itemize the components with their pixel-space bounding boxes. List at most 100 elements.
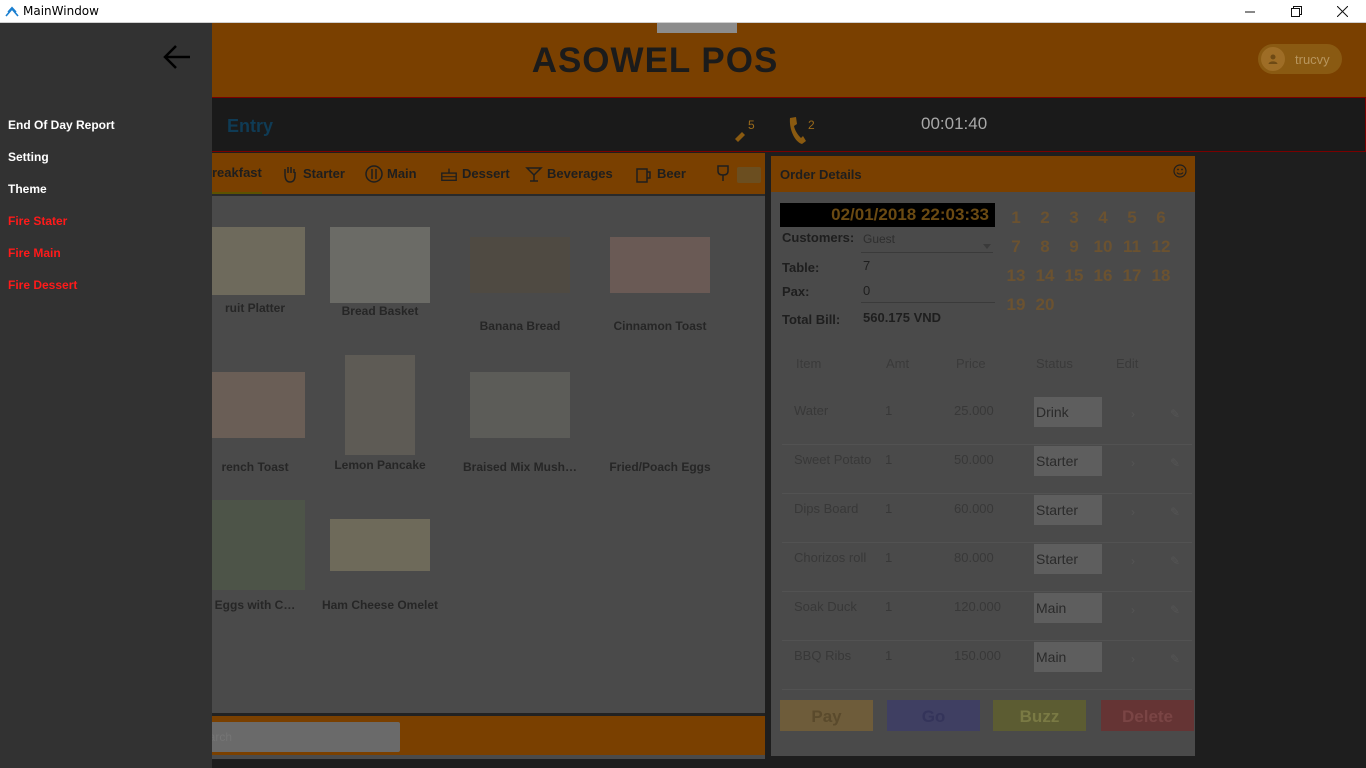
drawer-item-fire-dessert[interactable]: Fire Dessert: [8, 278, 77, 292]
chevron-right-icon[interactable]: ›: [1131, 652, 1135, 666]
chevron-right-icon[interactable]: ›: [1131, 407, 1135, 421]
chevron-right-icon[interactable]: ›: [1131, 456, 1135, 470]
table-number-button[interactable]: 3: [1061, 208, 1087, 228]
buzz-button[interactable]: Buzz: [993, 700, 1086, 731]
pay-button[interactable]: Pay: [780, 700, 873, 731]
tab-main[interactable]: Main: [365, 153, 417, 194]
total-value: 560.175 VND: [863, 310, 942, 325]
edit-icon[interactable]: ✎: [1170, 505, 1180, 519]
row-price: 80.000: [954, 550, 994, 565]
table-number-button[interactable]: 13: [1003, 266, 1029, 286]
drawer-item-fire-main[interactable]: Fire Main: [8, 246, 61, 260]
order-header: Order Details: [771, 156, 1195, 192]
table-number-button[interactable]: 1: [1003, 208, 1029, 228]
user-avatar-icon: [1261, 47, 1285, 71]
order-title: Order Details: [780, 167, 862, 182]
customers-select[interactable]: Guest: [863, 232, 895, 246]
cocktail-icon: [525, 165, 543, 183]
row-status[interactable]: Starter: [1034, 544, 1102, 574]
pax-input[interactable]: 0: [863, 283, 870, 298]
table-number-button[interactable]: 18: [1148, 266, 1174, 286]
minimize-button[interactable]: [1227, 0, 1273, 23]
table-number-button[interactable]: 14: [1032, 266, 1058, 286]
entry-label[interactable]: Entry: [227, 116, 273, 137]
wine-glass-icon: [714, 164, 732, 183]
table-number-button[interactable]: 7: [1003, 237, 1029, 257]
restore-button[interactable]: [1273, 0, 1319, 23]
dish-card[interactable]: Fried/Poach Eggs: [590, 372, 730, 474]
search-input[interactable]: [190, 722, 400, 752]
table-number-button[interactable]: 12: [1148, 237, 1174, 257]
edit-icon[interactable]: ✎: [1170, 603, 1180, 617]
dish-image: [330, 519, 430, 571]
dish-card[interactable]: Lemon Pancake: [310, 355, 450, 472]
dish-card[interactable]: Braised Mix Mush…: [450, 372, 590, 474]
fire-button[interactable]: Go: [887, 700, 980, 731]
table-number-button[interactable]: 11: [1119, 237, 1145, 257]
table-number-button[interactable]: 6: [1148, 208, 1174, 228]
tab-beer[interactable]: Beer: [635, 153, 686, 194]
smiley-icon[interactable]: [1173, 164, 1187, 183]
dish-card[interactable]: Ham Cheese Omelet: [310, 519, 450, 612]
table-number-button[interactable]: 15: [1061, 266, 1087, 286]
order-row[interactable]: Dips Board 1 60.000 Starter › ✎: [782, 495, 1192, 543]
edit-icon[interactable]: ✎: [1170, 456, 1180, 470]
order-row[interactable]: BBQ Ribs 1 150.000 Main › ✎: [782, 642, 1192, 690]
search-box[interactable]: [190, 722, 400, 752]
dish-image: [470, 237, 570, 293]
drawer-item-setting[interactable]: Setting: [8, 150, 49, 164]
bell-icon[interactable]: [733, 128, 747, 147]
order-row[interactable]: Chorizos roll 1 80.000 Starter › ✎: [782, 544, 1192, 592]
table-number-button[interactable]: 17: [1119, 266, 1145, 286]
drawer-item-end-of-day-report[interactable]: End Of Day Report: [8, 118, 115, 132]
phone-icon[interactable]: [787, 116, 807, 149]
tab-dessert[interactable]: Dessert: [440, 153, 510, 194]
edit-icon[interactable]: ✎: [1170, 407, 1180, 421]
tab-breakfast[interactable]: reakfast: [212, 153, 262, 194]
table-number-button[interactable]: 5: [1119, 208, 1145, 228]
back-arrow-icon[interactable]: [162, 43, 192, 76]
call-count: 2: [808, 118, 815, 132]
category-scroll-button[interactable]: [737, 167, 761, 183]
table-number-button[interactable]: 10: [1090, 237, 1116, 257]
column-status: Status: [1036, 356, 1073, 371]
session-timer: 00:01:40: [921, 114, 988, 133]
user-chip[interactable]: trucvy: [1258, 44, 1342, 74]
edit-icon[interactable]: ✎: [1170, 554, 1180, 568]
category-label: reakfast: [212, 165, 262, 180]
chevron-right-icon[interactable]: ›: [1131, 505, 1135, 519]
row-status[interactable]: Starter: [1034, 495, 1102, 525]
drawer-item-fire-starter[interactable]: Fire Stater: [8, 214, 67, 228]
chevron-right-icon[interactable]: ›: [1131, 603, 1135, 617]
dish-image: [345, 355, 415, 455]
row-status[interactable]: Drink: [1034, 397, 1102, 427]
delete-button[interactable]: Delete: [1101, 700, 1194, 731]
close-button[interactable]: [1319, 0, 1365, 23]
drawer-item-theme[interactable]: Theme: [8, 182, 47, 196]
dish-card[interactable]: Bread Basket: [310, 227, 450, 318]
table-number-button[interactable]: 20: [1032, 295, 1058, 315]
dish-card[interactable]: Cinnamon Toast: [590, 237, 730, 333]
edit-icon[interactable]: ✎: [1170, 652, 1180, 666]
table-number-button[interactable]: 4: [1090, 208, 1116, 228]
table-number-button[interactable]: 19: [1003, 295, 1029, 315]
dish-name: Banana Bread: [479, 319, 561, 333]
column-edit: Edit: [1116, 356, 1139, 371]
order-row[interactable]: Soak Duck 1 120.000 Main › ✎: [782, 593, 1192, 641]
table-number-button[interactable]: 9: [1061, 237, 1087, 257]
dish-card[interactable]: Banana Bread: [450, 237, 590, 333]
dish-image: [610, 237, 710, 293]
row-status[interactable]: Starter: [1034, 446, 1102, 476]
row-status[interactable]: Main: [1034, 642, 1102, 672]
order-row[interactable]: Sweet Potato 1 50.000 Starter › ✎: [782, 446, 1192, 494]
order-row[interactable]: Water 1 25.000 Drink › ✎: [782, 397, 1192, 445]
tab-beverages[interactable]: Beverages: [525, 153, 613, 194]
table-number-button[interactable]: 2: [1032, 208, 1058, 228]
table-number-button[interactable]: 8: [1032, 237, 1058, 257]
row-item: BBQ Ribs: [794, 648, 852, 663]
table-number-button[interactable]: 16: [1090, 266, 1116, 286]
row-status[interactable]: Main: [1034, 593, 1102, 623]
tab-wine[interactable]: [714, 153, 736, 194]
chevron-right-icon[interactable]: ›: [1131, 554, 1135, 568]
tab-starter[interactable]: Starter: [281, 153, 345, 194]
